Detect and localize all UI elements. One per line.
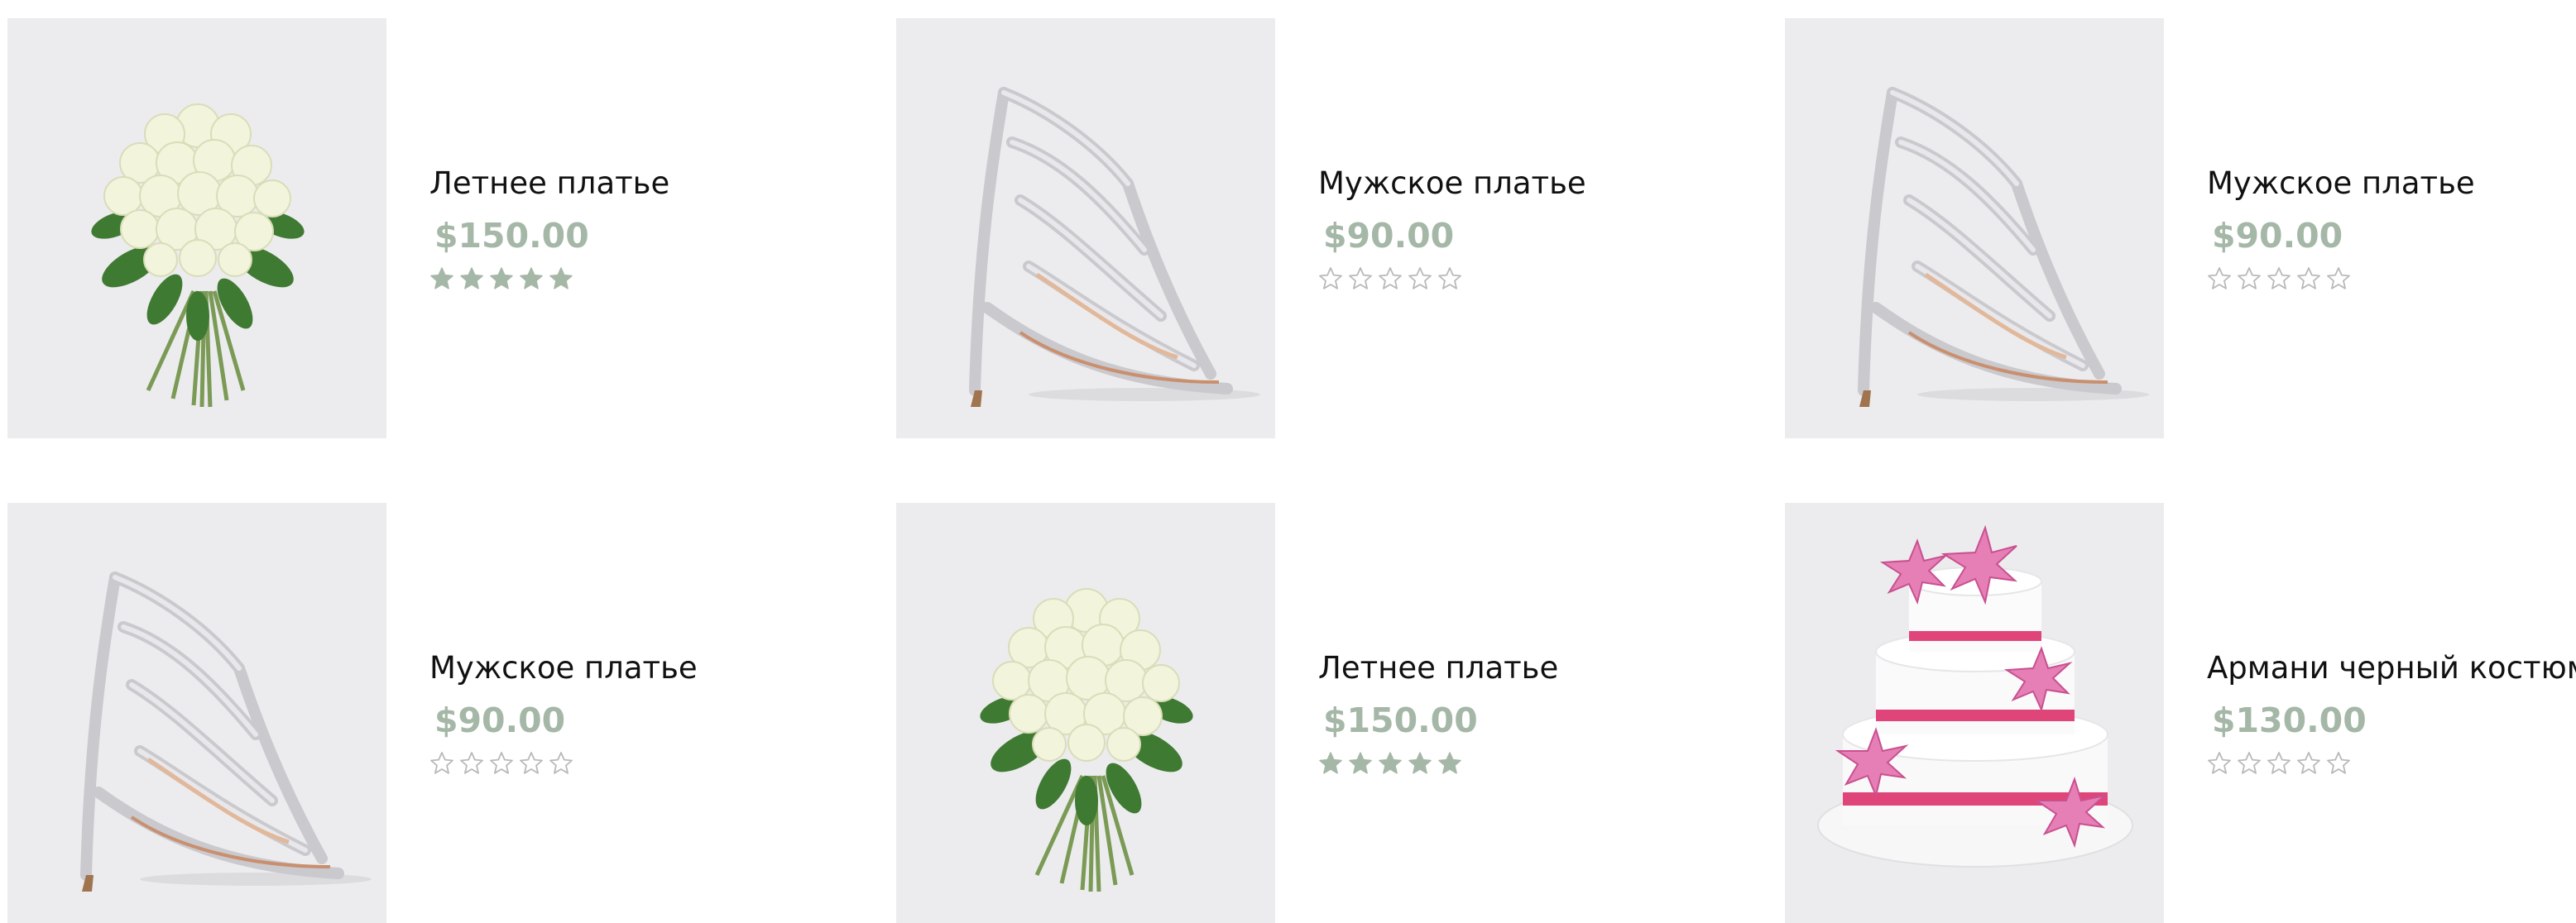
star-empty-icon[interactable] xyxy=(1378,266,1403,291)
product-info: Летнее платье $150.00 xyxy=(429,165,669,294)
product-price: $90.00 xyxy=(2212,216,2343,256)
star-rating xyxy=(1318,751,1558,779)
star-empty-icon[interactable] xyxy=(2237,266,2262,291)
product-title[interactable]: Мужское платье xyxy=(1318,165,1586,202)
star-empty-icon[interactable] xyxy=(2267,266,2291,291)
product-title[interactable]: Летнее платье xyxy=(1318,650,1558,686)
rose-bouquet-illustration xyxy=(7,18,386,438)
product-title[interactable]: Мужское платье xyxy=(2207,165,2475,202)
star-empty-icon[interactable] xyxy=(2326,266,2351,291)
product-price: $150.00 xyxy=(434,216,589,256)
star-filled-icon[interactable] xyxy=(549,266,573,291)
star-empty-icon[interactable] xyxy=(2326,751,2351,776)
star-filled-icon[interactable] xyxy=(519,266,544,291)
star-empty-icon[interactable] xyxy=(2296,751,2321,776)
star-filled-icon[interactable] xyxy=(429,266,454,291)
product-image-bouquet[interactable] xyxy=(7,18,386,438)
product-info: Мужское платье $90.00 xyxy=(1318,165,1586,294)
rose-bouquet-illustration xyxy=(896,503,1275,923)
product-card: Мужское платье $90.00 xyxy=(896,18,1724,438)
product-price: $90.00 xyxy=(1323,216,1455,256)
strappy-heel-illustration xyxy=(1785,18,2164,438)
star-empty-icon[interactable] xyxy=(519,751,544,776)
product-info: Армани черный костюм $130.00 xyxy=(2207,650,2576,779)
star-rating xyxy=(2207,751,2576,779)
star-empty-icon[interactable] xyxy=(429,751,454,776)
star-empty-icon[interactable] xyxy=(1348,266,1373,291)
star-empty-icon[interactable] xyxy=(2267,751,2291,776)
product-image-heel[interactable] xyxy=(7,503,386,923)
star-filled-icon[interactable] xyxy=(459,266,484,291)
star-rating xyxy=(429,751,698,779)
star-empty-icon[interactable] xyxy=(2296,266,2321,291)
star-empty-icon[interactable] xyxy=(549,751,573,776)
star-filled-icon[interactable] xyxy=(489,266,514,291)
product-title[interactable]: Летнее платье xyxy=(429,165,669,202)
star-empty-icon[interactable] xyxy=(1408,266,1432,291)
product-info: Мужское платье $90.00 xyxy=(429,650,698,779)
star-empty-icon[interactable] xyxy=(1318,266,1343,291)
product-card: Мужское платье $90.00 xyxy=(7,503,835,923)
product-card: Мужское платье $90.00 xyxy=(1785,18,2576,438)
product-grid: Летнее платье $150.00 Мужское платье $90… xyxy=(0,0,2576,923)
strappy-heel-illustration xyxy=(896,18,1275,438)
star-filled-icon[interactable] xyxy=(1348,751,1373,776)
star-rating xyxy=(1318,266,1586,294)
star-empty-icon[interactable] xyxy=(1437,266,1462,291)
product-price: $130.00 xyxy=(2212,701,2367,740)
tiered-cake-illustration xyxy=(1785,503,2164,923)
product-card: Летнее платье $150.00 xyxy=(896,503,1724,923)
star-empty-icon[interactable] xyxy=(489,751,514,776)
product-price: $150.00 xyxy=(1323,701,1478,740)
product-info: Летнее платье $150.00 xyxy=(1318,650,1558,779)
product-card: Летнее платье $150.00 xyxy=(7,18,835,438)
product-image-heel[interactable] xyxy=(896,18,1275,438)
product-image-cake[interactable] xyxy=(1785,503,2164,923)
product-title[interactable]: Мужское платье xyxy=(429,650,698,686)
product-image-heel[interactable] xyxy=(1785,18,2164,438)
star-empty-icon[interactable] xyxy=(2207,751,2232,776)
product-card: Армани черный костюм $130.00 xyxy=(1785,503,2576,923)
star-filled-icon[interactable] xyxy=(1318,751,1343,776)
star-empty-icon[interactable] xyxy=(2237,751,2262,776)
star-filled-icon[interactable] xyxy=(1437,751,1462,776)
product-info: Мужское платье $90.00 xyxy=(2207,165,2475,294)
product-image-bouquet[interactable] xyxy=(896,503,1275,923)
star-empty-icon[interactable] xyxy=(2207,266,2232,291)
star-filled-icon[interactable] xyxy=(1408,751,1432,776)
star-rating xyxy=(429,266,669,294)
star-empty-icon[interactable] xyxy=(459,751,484,776)
star-rating xyxy=(2207,266,2475,294)
strappy-heel-illustration xyxy=(7,503,386,923)
product-title[interactable]: Армани черный костюм xyxy=(2207,650,2576,686)
product-price: $90.00 xyxy=(434,701,566,740)
star-filled-icon[interactable] xyxy=(1378,751,1403,776)
